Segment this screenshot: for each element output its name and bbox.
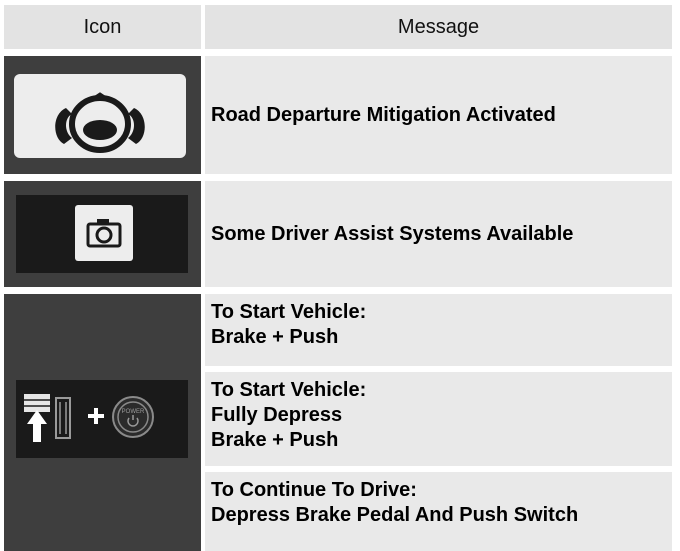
message-cell-start-vehicle-2: To Start Vehicle: Fully Depress Brake + … xyxy=(205,372,672,466)
message-line: Depress Brake Pedal And Push Switch xyxy=(211,504,579,526)
icon-cell-driver-assist xyxy=(4,181,201,287)
icon-cell-start-vehicle: POWER xyxy=(4,294,201,551)
brake-power-button-icon: POWER xyxy=(24,394,154,442)
icon-column-header: Icon xyxy=(4,5,201,49)
message-cell-road-departure: Road Departure Mitigation Activated xyxy=(205,56,672,174)
message-line: To Start Vehicle: xyxy=(211,379,367,401)
message-line: Brake + Push xyxy=(211,326,339,348)
message-cell-continue-drive: To Continue To Drive: Depress Brake Peda… xyxy=(205,472,672,551)
message-line: Brake + Push xyxy=(211,429,339,451)
icon-panel xyxy=(16,195,188,273)
icon-panel xyxy=(14,74,186,158)
icon-cell-road-departure xyxy=(4,56,201,174)
message-column-header: Message xyxy=(205,5,672,49)
message-line: Road Departure Mitigation Activated xyxy=(211,103,556,126)
message-line: Some Driver Assist Systems Available xyxy=(211,222,574,245)
icon-panel: POWER xyxy=(16,380,188,458)
message-cell-driver-assist: Some Driver Assist Systems Available xyxy=(205,181,672,287)
message-line: To Start Vehicle: xyxy=(211,301,367,323)
power-label: POWER xyxy=(122,409,145,415)
message-line: To Continue To Drive: xyxy=(211,479,417,501)
message-cell-start-vehicle-1: To Start Vehicle: Brake + Push xyxy=(205,294,672,366)
camera-icon-box xyxy=(75,205,133,261)
message-line: Fully Depress xyxy=(211,404,343,426)
steering-wheel-icon xyxy=(55,92,145,153)
camera-icon xyxy=(86,219,122,248)
